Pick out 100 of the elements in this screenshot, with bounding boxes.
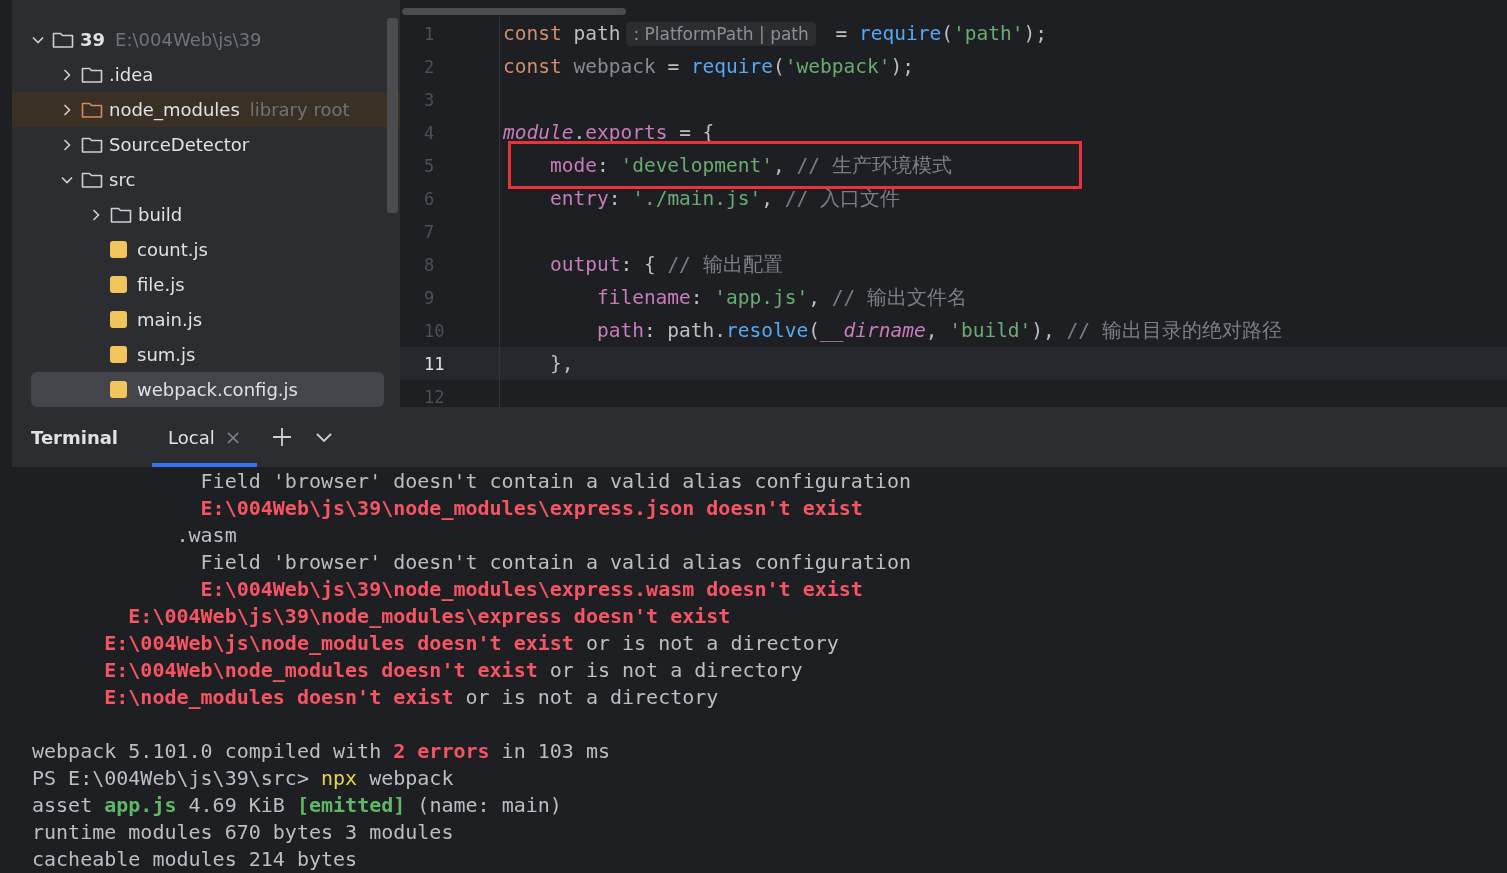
code-token: // 输出文件名 <box>831 285 967 311</box>
code-token: // 生产环境模式 <box>796 153 952 179</box>
file-name: node_modules <box>109 99 240 120</box>
terminal-text: runtime modules 670 bytes 3 modules <box>32 820 454 844</box>
terminal-text: .wasm <box>175 523 237 547</box>
tree-item[interactable]: SourceDetector <box>12 127 400 162</box>
terminal-text: E:\004Web\js\39\node_modules\express doesn't exist <box>127 604 731 628</box>
tree-item[interactable]: 39 E:\004Web\js\39 <box>12 22 400 57</box>
code-token: const <box>503 55 563 78</box>
code-token: }, <box>548 352 574 375</box>
tree-item[interactable]: file.js <box>12 267 400 302</box>
code-token: : <box>690 286 704 309</box>
terminal-text: [emitted] <box>296 793 406 817</box>
terminal-text: in 103 ms <box>500 739 610 763</box>
terminal-text: E:\004Web\js\39\node_modules\express.wasm doesn't exist <box>199 577 863 601</box>
code-token: , <box>773 154 786 177</box>
code-token: './main.js' <box>632 187 762 210</box>
file-name: build <box>138 204 183 225</box>
code-token: 'path' <box>952 22 1024 45</box>
tree-item[interactable]: count.js <box>12 232 400 267</box>
js-file-icon <box>110 276 127 293</box>
terminal-text: (name: main) <box>416 793 562 817</box>
file-name: count.js <box>137 239 208 260</box>
folder-icon <box>110 205 132 224</box>
file-name: file.js <box>137 274 185 295</box>
code-token: = <box>834 22 849 45</box>
code-token: : { <box>620 253 657 276</box>
file-name: sum.js <box>137 344 196 365</box>
terminal-text: 4.69 KiB <box>187 793 286 817</box>
code-token: exports <box>585 121 668 144</box>
path-note: E:\004Web\js\39 <box>115 29 262 50</box>
code-token: output <box>548 253 621 276</box>
tab-label: Local <box>168 426 215 448</box>
path-note: library root <box>249 99 350 120</box>
code-token: ( <box>808 319 820 342</box>
file-name: SourceDetector <box>109 134 250 155</box>
terminal-text: E:\004Web\js\39\node_modules\express.json doesn't exist <box>199 496 863 520</box>
code-token: // 输出配置 <box>667 252 783 278</box>
plus-icon[interactable] <box>271 426 294 448</box>
js-file-icon <box>110 311 127 328</box>
code-token: ), <box>1031 319 1056 342</box>
code-token: : <box>596 154 610 177</box>
code-token: __dirname <box>820 319 926 342</box>
file-name: src <box>109 169 136 190</box>
tree-item[interactable]: main.js <box>12 302 400 337</box>
terminal-text: PS E:\004Web\js\39\src> <box>32 766 310 790</box>
code-token: // 输出目录的绝对路径 <box>1066 318 1282 344</box>
terminal-title: Terminal <box>31 426 119 448</box>
code-token: require <box>690 55 774 78</box>
code-token: path <box>595 319 644 342</box>
tree-item[interactable]: .idea <box>12 57 400 92</box>
js-file-icon <box>110 381 127 398</box>
folder-icon <box>52 30 74 49</box>
terminal-text: E:\004Web\node_modules doesn't exist <box>103 658 538 682</box>
terminal-text: E:\node_modules doesn't exist <box>103 685 454 709</box>
terminal-text: app.js <box>104 793 177 817</box>
terminal-text: or is not a directory <box>464 685 719 709</box>
terminal-text: Field 'browser' doesn't contain a valid alias configuration <box>199 469 911 493</box>
file-name: webpack.config.js <box>137 379 298 400</box>
code-token: mode <box>548 154 597 177</box>
code-token: 'development' <box>620 154 774 177</box>
code-token: const <box>503 22 563 45</box>
code-token: , <box>761 187 775 210</box>
file-name: 39 <box>80 29 106 50</box>
code-token: require <box>859 22 942 45</box>
code-token: : <box>608 187 622 210</box>
folder-icon <box>81 65 103 84</box>
line-number: 11 <box>400 347 500 380</box>
terminal-text: E:\004Web\js\node_modules doesn't exist <box>103 631 574 655</box>
code-token: ); <box>1023 22 1047 45</box>
code-token: ); <box>890 55 914 78</box>
terminal-text: npx <box>321 766 358 790</box>
file-name: .idea <box>109 64 154 85</box>
terminal-text: asset <box>32 793 94 817</box>
tree-item[interactable]: node_modules library root <box>12 92 400 127</box>
code-token: entry <box>548 187 609 210</box>
tree-item[interactable]: webpack.config.js <box>31 372 384 407</box>
tree-item[interactable]: src <box>12 162 400 197</box>
code-token: resolve <box>726 319 809 342</box>
folder-icon <box>81 100 103 119</box>
scrollbar[interactable] <box>387 18 398 213</box>
type-hint: : PlatformPath | path <box>626 21 816 46</box>
scrollbar[interactable] <box>402 8 626 15</box>
terminal-text: 2 errors <box>393 739 490 763</box>
code-token: path <box>573 22 621 45</box>
code-token: 'build' <box>949 319 1032 342</box>
js-file-icon <box>110 241 127 258</box>
terminal-text: cacheable modules 214 bytes <box>32 847 358 871</box>
terminal-tab[interactable]: Local × <box>152 407 258 467</box>
code-token: filename <box>595 286 691 309</box>
terminal-text: webpack 5.101.0 compiled with <box>32 739 383 763</box>
code-token: // 入口文件 <box>784 186 900 212</box>
tree-item[interactable]: build <box>12 197 400 232</box>
code-token: , <box>808 286 821 309</box>
terminal-text: webpack <box>368 766 454 790</box>
tree-item[interactable]: sum.js <box>12 337 400 372</box>
code-token: webpack <box>573 55 656 78</box>
folder-icon <box>81 135 103 154</box>
code-token: module <box>503 121 574 144</box>
code-token: ( <box>941 22 953 45</box>
